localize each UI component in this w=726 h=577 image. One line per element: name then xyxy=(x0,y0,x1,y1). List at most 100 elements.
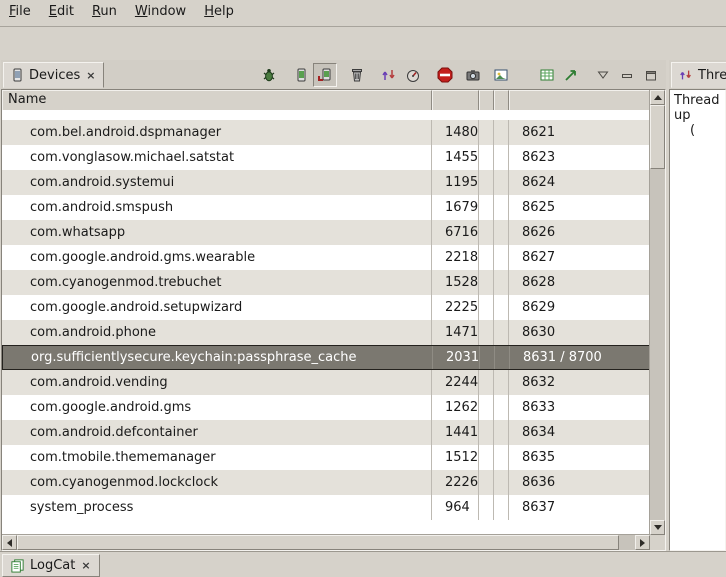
maximize-icon xyxy=(644,69,658,82)
tab-logcat[interactable]: LogCat × xyxy=(2,554,100,577)
table-row[interactable]: com.google.android.gms126238633 xyxy=(2,395,650,420)
process-name-cell: com.vonglasow.michael.satstat xyxy=(2,145,432,170)
tab-threads-label: Threads xyxy=(698,68,726,83)
horizontal-scrollbar[interactable] xyxy=(2,534,650,550)
horizontal-scrollbar-thumb[interactable] xyxy=(17,535,619,550)
scroll-up-button[interactable] xyxy=(650,90,665,105)
pid-cell: 1679 xyxy=(432,195,479,220)
empty-cell xyxy=(479,470,494,495)
app-window: File Edit Run Window Help Devices × xyxy=(0,0,726,577)
empty-cell xyxy=(479,420,494,445)
menu-item-edit[interactable]: Edit xyxy=(40,0,83,26)
process-name-cell: system_process xyxy=(2,495,432,520)
table-row[interactable]: com.cyanogenmod.lockclock222658636 xyxy=(2,470,650,495)
dump-hprof-button[interactable] xyxy=(313,63,337,87)
tab-devices-label: Devices xyxy=(29,68,80,83)
process-name-cell: org.sufficientlysecure.keychain:passphra… xyxy=(3,346,433,369)
profiling-arrow-icon xyxy=(563,67,579,83)
pid-cell: 6716 xyxy=(432,220,479,245)
update-heap-button[interactable] xyxy=(289,63,313,87)
table-row[interactable]: com.android.smspush1679 8625 xyxy=(2,195,650,220)
update-heap-icon xyxy=(293,67,309,83)
threads-icon xyxy=(679,68,693,82)
cause-gc-button[interactable] xyxy=(345,63,369,87)
report-button[interactable] xyxy=(489,63,513,87)
arrow-right-icon xyxy=(640,539,645,547)
debug-process-button[interactable] xyxy=(257,63,281,87)
empty-cell xyxy=(479,195,494,220)
screen-capture-button[interactable] xyxy=(461,63,485,87)
port-cell: 8635 xyxy=(509,445,650,470)
table-row[interactable]: com.vonglasow.michael.satstat145538623 xyxy=(2,145,650,170)
port-cell: 8624 xyxy=(509,170,650,195)
menu-item-help[interactable]: Help xyxy=(195,0,243,26)
port-cell: 8634 xyxy=(509,420,650,445)
process-name-cell: com.android.smspush xyxy=(2,195,432,220)
minimize-view-button[interactable] xyxy=(615,63,639,87)
column-header-empty[interactable] xyxy=(479,90,494,110)
maximize-view-button[interactable] xyxy=(639,63,663,87)
empty-cell xyxy=(479,120,494,145)
table-row[interactable]: com.android.systemui11958624 xyxy=(2,170,650,195)
table-row[interactable]: com.android.phone14718630 xyxy=(2,320,650,345)
empty-cell xyxy=(494,495,509,520)
table-row[interactable]: com.android.defcontainer144118634 xyxy=(2,420,650,445)
tab-devices[interactable]: Devices × xyxy=(3,62,104,88)
table-row[interactable]: com.google.android.setupwizard222508629 xyxy=(2,295,650,320)
column-header-port[interactable] xyxy=(509,90,650,110)
port-cell: 8626 xyxy=(509,220,650,245)
arrow-up-icon xyxy=(654,95,662,100)
menu-item-file[interactable]: File xyxy=(0,0,40,26)
empty-cell xyxy=(494,370,509,395)
pid-cell: 1480 xyxy=(432,120,479,145)
table-row[interactable]: org.sufficientlysecure.keychain:passphra… xyxy=(2,345,650,370)
pid-cell: 20311 xyxy=(433,346,480,369)
vertical-scrollbar-thumb[interactable] xyxy=(650,105,665,169)
table-row[interactable]: system_process9648637 xyxy=(2,495,650,520)
empty-cell xyxy=(479,370,494,395)
tab-threads[interactable]: Threads xyxy=(671,62,726,88)
empty-cell xyxy=(494,145,509,170)
update-threads-button[interactable] xyxy=(377,63,401,87)
partial-row xyxy=(2,110,650,120)
process-name-cell: com.google.android.gms.wearable xyxy=(2,245,432,270)
port-cell: 8636 xyxy=(509,470,650,495)
process-table: Name com.bel.android.dspmanager14808621c… xyxy=(1,89,666,551)
menu-item-window[interactable]: Window xyxy=(126,0,195,26)
menu-item-run[interactable]: Run xyxy=(83,0,126,26)
scroll-down-button[interactable] xyxy=(650,520,665,535)
stop-process-icon xyxy=(437,67,453,83)
stop-process-button[interactable] xyxy=(433,63,457,87)
profiling-arrow-button[interactable] xyxy=(559,63,583,87)
close-icon[interactable]: × xyxy=(85,69,96,82)
view-menu-button[interactable] xyxy=(591,63,615,87)
scroll-left-button[interactable] xyxy=(2,535,17,550)
pid-cell: 14411 xyxy=(432,420,479,445)
sysinfo-button[interactable] xyxy=(535,63,559,87)
empty-cell xyxy=(479,220,494,245)
port-cell: 8625 xyxy=(509,195,650,220)
table-row[interactable]: com.bel.android.dspmanager14808621 xyxy=(2,120,650,145)
table-row[interactable]: com.cyanogenmod.trebuchet15288628 xyxy=(2,270,650,295)
column-header-name[interactable]: Name xyxy=(2,90,432,110)
empty-cell xyxy=(494,470,509,495)
column-header-empty[interactable] xyxy=(494,90,509,110)
pid-cell: 1528 xyxy=(432,270,479,295)
process-name-cell: com.android.systemui xyxy=(2,170,432,195)
table-row[interactable]: com.android.vending224408632 xyxy=(2,370,650,395)
method-profiling-button[interactable] xyxy=(401,63,425,87)
column-header-pid[interactable] xyxy=(432,90,479,110)
vertical-scrollbar[interactable] xyxy=(649,90,665,535)
table-row[interactable]: com.whatsapp67168626 xyxy=(2,220,650,245)
close-icon[interactable]: × xyxy=(80,559,91,572)
empty-cell xyxy=(479,270,494,295)
table-row[interactable]: com.tmobile.thememanager15128635 xyxy=(2,445,650,470)
process-name-cell: com.cyanogenmod.trebuchet xyxy=(2,270,432,295)
port-cell: 8633 xyxy=(509,395,650,420)
table-row[interactable]: com.google.android.gms.wearable221858627 xyxy=(2,245,650,270)
pid-cell: 1512 xyxy=(432,445,479,470)
empty-cell xyxy=(495,346,510,369)
pid-cell: 22440 xyxy=(432,370,479,395)
scroll-right-button[interactable] xyxy=(635,535,650,550)
empty-cell xyxy=(494,120,509,145)
